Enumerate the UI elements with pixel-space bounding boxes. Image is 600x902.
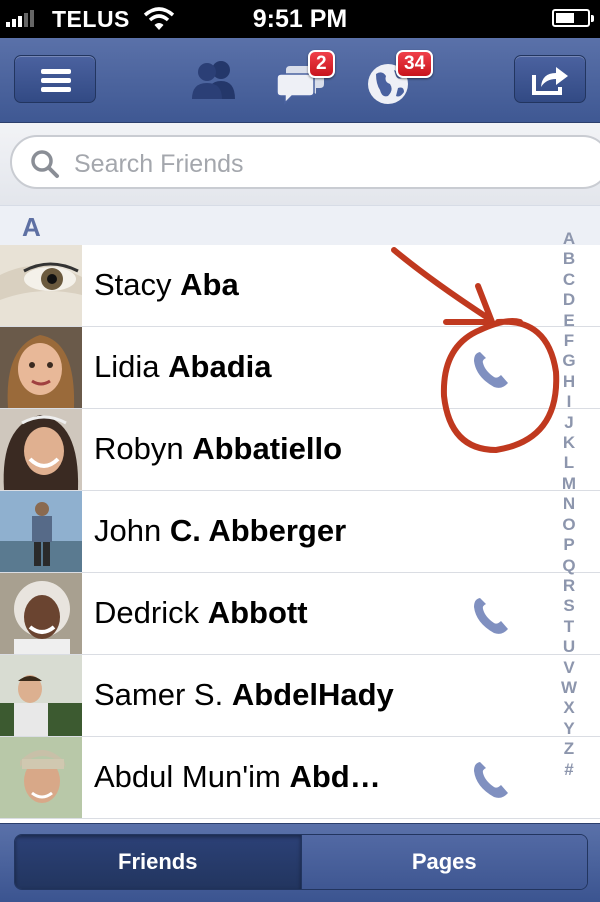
friend-row[interactable]: Abdul Mun'im Abd… [0, 737, 600, 819]
share-button[interactable] [514, 55, 586, 103]
notifications-button[interactable]: 34 [366, 50, 436, 106]
index-letter[interactable]: D [563, 290, 575, 310]
tab-friends[interactable]: Friends [15, 835, 301, 889]
index-letter[interactable]: U [563, 637, 575, 657]
index-letter[interactable]: F [564, 331, 574, 351]
index-letter[interactable]: Q [562, 556, 575, 576]
index-letter[interactable]: T [564, 617, 574, 637]
search-bar-container [0, 123, 600, 205]
friends-list: Stacy Aba Lidia Abadia Robyn Abbatiello … [0, 245, 600, 823]
friend-name: John C. Abberger [94, 513, 347, 548]
index-letter[interactable]: V [563, 658, 574, 678]
section-header: A [0, 205, 600, 246]
phone-icon[interactable] [470, 759, 512, 801]
index-letter[interactable]: # [564, 760, 573, 780]
search-icon [31, 150, 59, 178]
messages-button[interactable]: 2 [276, 50, 336, 106]
friend-row[interactable]: Robyn Abbatiello [0, 409, 600, 491]
avatar [0, 491, 82, 572]
search-field[interactable] [10, 135, 600, 189]
index-letter[interactable]: G [562, 351, 575, 371]
section-header-letter: A [22, 212, 41, 242]
menu-button[interactable] [14, 55, 96, 103]
index-letter[interactable]: B [563, 249, 575, 269]
friend-name: Robyn Abbatiello [94, 431, 343, 466]
friend-name: Abdul Mun'im Abd… [94, 759, 381, 794]
index-letter[interactable]: A [563, 229, 575, 249]
notifications-badge: 34 [396, 50, 434, 78]
avatar [0, 327, 82, 408]
avatar [0, 737, 82, 818]
avatar [0, 573, 82, 654]
index-letter[interactable]: J [564, 413, 573, 433]
segmented-control: Friends Pages [14, 834, 588, 890]
index-letter[interactable]: E [563, 311, 574, 331]
index-letter[interactable]: K [563, 433, 575, 453]
friend-row[interactable]: John C. Abberger [0, 491, 600, 573]
friend-row[interactable]: Dedrick Abbott [0, 573, 600, 655]
avatar [0, 245, 82, 326]
index-letter[interactable]: R [563, 576, 575, 596]
index-letter[interactable]: X [563, 698, 574, 718]
index-letter[interactable]: C [563, 270, 575, 290]
share-icon [532, 67, 568, 95]
phone-icon[interactable] [470, 349, 512, 391]
bottom-tab-bar: Friends Pages [0, 823, 600, 902]
tab-pages[interactable]: Pages [300, 835, 587, 889]
menu-icon [41, 69, 71, 96]
friend-row[interactable]: Stacy Aba [0, 245, 600, 327]
battery-icon [552, 9, 594, 27]
index-letter[interactable]: P [563, 535, 574, 555]
avatar [0, 655, 82, 736]
friend-row[interactable]: Samer S. AbdelHady [0, 655, 600, 737]
index-letter[interactable]: H [563, 372, 575, 392]
messages-badge: 2 [308, 50, 335, 78]
phone-icon[interactable] [470, 595, 512, 637]
index-letter[interactable]: S [563, 596, 574, 616]
friend-name: Samer S. AbdelHady [94, 677, 394, 712]
friend-name: Stacy Aba [94, 267, 239, 302]
index-letter[interactable]: O [562, 515, 575, 535]
index-letter[interactable]: W [561, 678, 577, 698]
index-letter[interactable]: L [564, 453, 574, 473]
index-letter[interactable]: Y [563, 719, 574, 739]
status-bar: TELUS 9:51 PM [0, 0, 600, 38]
index-letter[interactable]: M [562, 474, 576, 494]
clock: 9:51 PM [252, 5, 348, 33]
index-letter[interactable]: N [563, 494, 575, 514]
friend-name: Lidia Abadia [94, 349, 272, 384]
friend-requests-icon[interactable] [188, 57, 240, 101]
alphabet-index[interactable]: A B C D E F G H I J K L M N O P Q R S T … [554, 229, 584, 780]
top-nav-bar: 2 34 [0, 38, 600, 123]
search-input[interactable] [72, 145, 556, 183]
index-letter[interactable]: Z [564, 739, 574, 759]
index-letter[interactable]: I [567, 392, 572, 412]
friend-name: Dedrick Abbott [94, 595, 308, 630]
friend-row[interactable]: Lidia Abadia [0, 327, 600, 409]
avatar [0, 409, 82, 490]
